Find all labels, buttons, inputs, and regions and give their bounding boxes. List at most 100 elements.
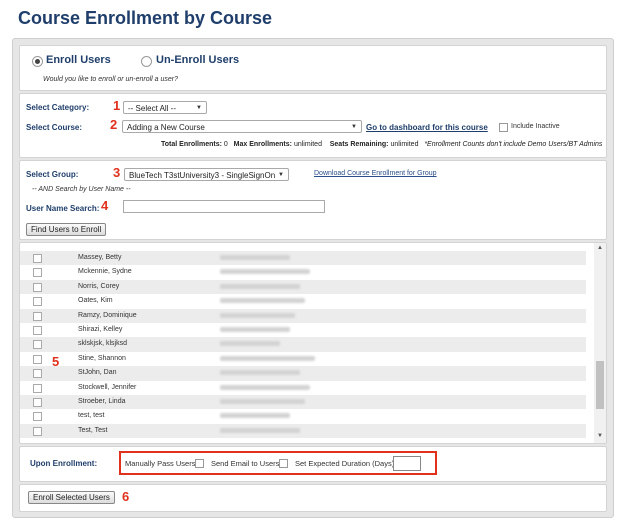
table-row[interactable]: Massey, Betty [20,251,586,266]
redacted-email [220,355,315,361]
category-label: Select Category: [26,103,90,112]
scroll-down-icon[interactable]: ▼ [597,433,603,439]
user-list-scrollbar[interactable]: ▲ ▼ [594,243,606,443]
redacted-email [220,341,280,347]
user-select-checkbox[interactable] [33,383,42,393]
include-inactive-label: Include Inactive [511,123,560,130]
submit-panel: Enroll Selected Users 6 [19,484,607,512]
total-enrollments-value: 0 [223,141,228,148]
user-name: Stockwell, Jennifer [78,383,137,391]
expected-duration-input[interactable] [393,456,421,471]
user-name: Test, Test [78,426,108,434]
user-select-checkbox[interactable] [33,340,42,350]
group-select-value: BlueTech T3stUniversity3 - SingleSignOn [129,171,276,180]
user-name: Norris, Corey [78,282,120,290]
course-select-value: Adding a New Course [127,123,205,132]
category-select-value: -- Select All -- [128,104,177,113]
send-email-checkbox[interactable] [279,459,288,468]
user-name: Stine, Shannon [78,354,126,362]
unenroll-label[interactable]: Un-Enroll Users [156,54,239,66]
upon-enrollment-panel: Upon Enrollment: Manually Pass Users Sen… [19,446,607,482]
seats-remaining-label: Seats Remaining: [329,141,389,148]
download-enrollment-link[interactable]: Download Course Enrollment for Group [314,170,437,177]
redacted-email [220,413,290,419]
username-label: User Name Search: [26,204,100,213]
table-row[interactable]: Stine, Shannon [20,352,586,366]
user-select-checkbox[interactable] [33,354,42,364]
group-panel: Select Group: 3 BlueTech T3stUniversity3… [19,160,607,240]
find-users-button[interactable]: Find Users to Enroll [26,223,107,236]
max-enrollments-label: Max Enrollments: [233,141,292,148]
table-row[interactable]: Test, Test [20,423,586,439]
redacted-email [220,312,295,318]
table-row[interactable]: StJohn, Dan [20,366,586,381]
user-select-checkbox[interactable] [33,426,42,436]
seats-remaining-value: unlimited [390,141,419,148]
chevron-down-icon: ▼ [351,124,357,130]
and-search-text: -- AND Search by User Name -- [32,186,131,193]
user-name: sklskjsk, klsjksd [78,340,128,348]
user-select-checkbox[interactable] [33,282,42,292]
redacted-email [220,370,300,376]
user-name: Stroeber, Linda [78,398,126,405]
total-enrollments-label: Total Enrollments: [161,141,222,148]
scroll-up-icon[interactable]: ▲ [597,245,603,251]
manually-pass-checkbox[interactable] [195,459,204,468]
enroll-selected-button[interactable]: Enroll Selected Users [28,491,115,504]
enrollment-form: Enroll Users Un-Enroll Users Would you l… [12,38,614,518]
redacted-email [220,384,310,390]
group-select[interactable]: BlueTech T3stUniversity3 - SingleSignOn … [124,168,289,181]
user-name: Massey, Betty [78,254,122,261]
table-row[interactable]: Stockwell, Jennifer [20,381,586,395]
redacted-email [220,255,290,260]
table-row[interactable]: Stroeber, Linda [20,395,586,410]
redacted-email [220,283,300,289]
redacted-email [220,399,305,404]
enrollment-note: *Enrollment Counts don't include Demo Us… [424,141,603,148]
send-email-label: Send Email to Users [211,459,280,468]
user-select-checkbox[interactable] [33,412,42,422]
table-row[interactable]: Ramzy, Dominique [20,308,586,323]
expected-duration-label: Set Expected Duration (Days) [295,459,395,468]
dashboard-link[interactable]: Go to dashboard for this course [366,123,488,132]
marker-4: 4 [101,198,109,213]
user-list-panel: Massey, Betty Mckennie, Sydne Norris, Core… [19,242,607,444]
table-row[interactable]: test, test [20,409,586,423]
enroll-label[interactable]: Enroll Users [46,54,111,66]
redacted-email [220,269,310,275]
user-select-checkbox[interactable] [33,369,42,379]
user-name: test, test [78,412,105,420]
user-select-checkbox[interactable] [33,254,42,263]
table-row[interactable]: Oates, Kim [20,294,586,308]
username-search-input[interactable] [123,200,325,213]
user-select-checkbox[interactable] [33,297,42,307]
course-label: Select Course: [26,123,83,132]
mode-question: Would you like to enroll or un-enroll a … [43,76,179,83]
unenroll-radio[interactable] [141,56,152,67]
upon-enrollment-label: Upon Enrollment: [30,459,98,468]
user-select-checkbox[interactable] [33,398,42,407]
scrollbar-thumb[interactable] [596,361,604,409]
max-enrollments-value: unlimited [293,141,322,148]
enroll-radio[interactable] [32,56,43,67]
category-select[interactable]: -- Select All -- ▼ [123,101,207,114]
table-row[interactable]: Norris, Corey [20,279,586,295]
manually-pass-label: Manually Pass Users [125,459,196,468]
table-row[interactable]: Shirazi, Kelley [20,323,586,337]
marker-5: 5 [52,354,60,369]
user-name: Mckennie, Sydne [78,268,132,276]
chevron-down-icon: ▼ [196,105,202,111]
redacted-email [220,298,305,304]
table-row[interactable]: Mckennie, Sydne [20,265,586,279]
user-select-checkbox[interactable] [33,268,42,278]
redacted-email [220,327,290,332]
chevron-down-icon: ▼ [278,172,284,178]
user-select-checkbox[interactable] [33,326,42,335]
redacted-email [220,427,300,433]
include-inactive-checkbox[interactable] [499,123,508,132]
table-row[interactable]: sklskjsk, klsjksd [20,337,586,352]
course-select[interactable]: Adding a New Course ▼ [122,120,362,133]
mode-panel: Enroll Users Un-Enroll Users Would you l… [19,45,607,91]
marker-1: 1 [113,98,121,113]
user-select-checkbox[interactable] [33,311,42,321]
